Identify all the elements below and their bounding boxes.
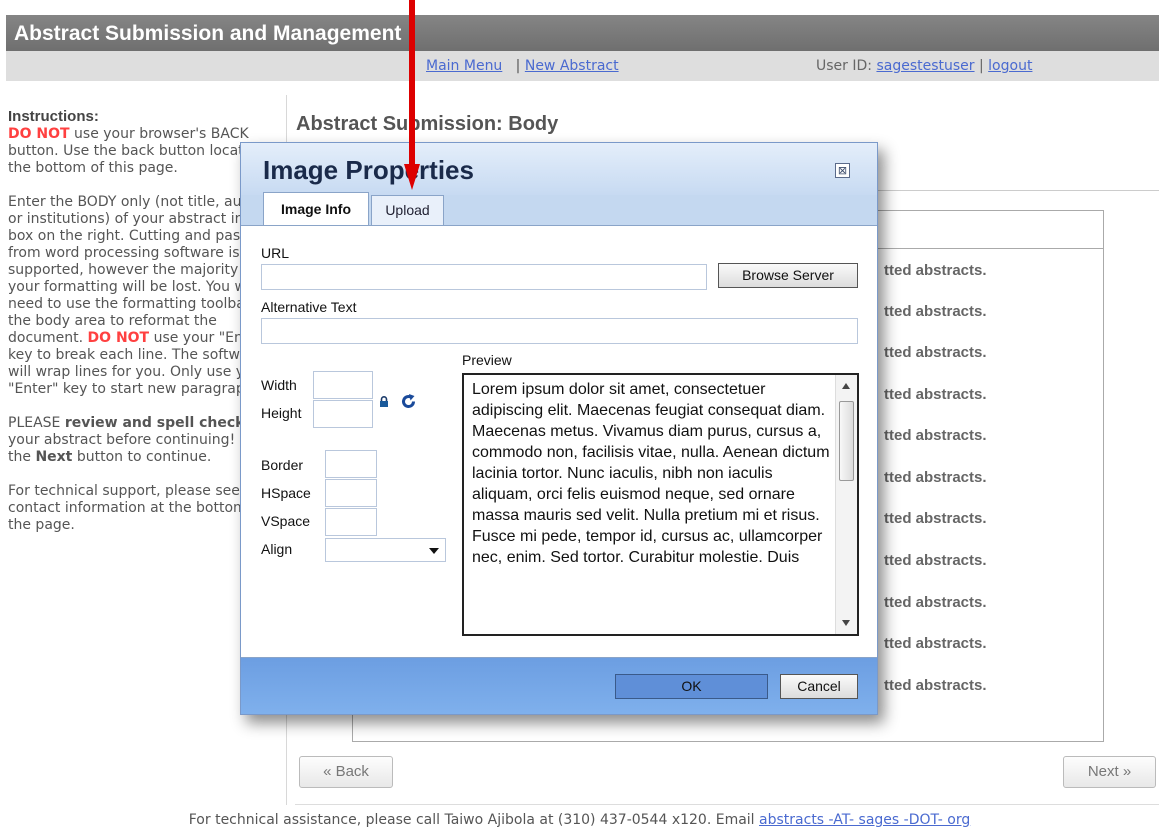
list-item: tted abstracts. bbox=[884, 510, 987, 527]
list-item: tted abstracts. bbox=[884, 677, 987, 694]
nav-links: Main Menu | New Abstract bbox=[426, 58, 619, 74]
instruction-text: Enter the BODY only (not title, authors … bbox=[8, 194, 278, 346]
instruction-bold: review and spell check bbox=[64, 415, 245, 431]
email-link[interactable]: abstracts -AT- sages -DOT- org bbox=[759, 812, 970, 828]
cancel-button[interactable]: Cancel bbox=[780, 674, 858, 699]
list-item: tted abstracts. bbox=[884, 469, 987, 486]
user-id-label: User ID: bbox=[816, 58, 872, 74]
hspace-label: HSpace bbox=[261, 485, 311, 501]
list-item: tted abstracts. bbox=[884, 594, 987, 611]
new-abstract-link[interactable]: New Abstract bbox=[525, 58, 619, 74]
list-item: tted abstracts. bbox=[884, 303, 987, 320]
border-input[interactable] bbox=[325, 450, 377, 478]
dialog-header[interactable]: Image Properties ⊠ bbox=[241, 143, 877, 195]
list-item: tted abstracts. bbox=[884, 386, 987, 403]
close-icon[interactable]: ⊠ bbox=[835, 163, 850, 178]
ok-button[interactable]: OK bbox=[615, 674, 768, 699]
instruction-text: button to continue. bbox=[72, 449, 212, 465]
preview-label: Preview bbox=[462, 352, 512, 368]
url-input[interactable] bbox=[261, 264, 707, 290]
tab-upload[interactable]: Upload bbox=[371, 195, 444, 225]
reset-size-icon[interactable] bbox=[400, 393, 417, 410]
dialog-title: Image Properties bbox=[263, 155, 474, 185]
annotation-arrow-icon bbox=[404, 0, 420, 190]
instruction-text: PLEASE bbox=[8, 415, 65, 431]
warning-text: DO NOT bbox=[87, 330, 150, 346]
page-header: Abstract Submission and Management bbox=[0, 0, 1159, 53]
back-button[interactable]: « Back bbox=[299, 756, 393, 788]
alt-text-input[interactable] bbox=[261, 318, 858, 344]
image-preview: Lorem ipsum dolor sit amet, consectetuer… bbox=[462, 373, 859, 636]
tab-image-info[interactable]: Image Info bbox=[263, 192, 369, 225]
height-input[interactable] bbox=[313, 400, 373, 428]
main-menu-link[interactable]: Main Menu bbox=[426, 58, 502, 74]
page-title: Abstract Submission: Body bbox=[296, 113, 559, 135]
list-item: tted abstracts. bbox=[884, 552, 987, 569]
width-label: Width bbox=[261, 377, 297, 393]
list-item: tted abstracts. bbox=[884, 344, 987, 361]
width-input[interactable] bbox=[313, 371, 373, 399]
vspace-input[interactable] bbox=[325, 508, 377, 536]
hspace-input[interactable] bbox=[325, 479, 377, 507]
logout-link[interactable]: logout bbox=[988, 58, 1032, 74]
nav-separator bbox=[507, 58, 516, 74]
footer: For technical assistance, please call Ta… bbox=[0, 812, 1159, 828]
vspace-label: VSpace bbox=[261, 513, 311, 529]
instructions-heading: Instructions: bbox=[8, 108, 99, 125]
scroll-down-icon[interactable] bbox=[842, 620, 850, 626]
scroll-up-icon[interactable] bbox=[842, 383, 850, 389]
preview-scrollbar[interactable] bbox=[835, 375, 857, 634]
divider bbox=[295, 804, 1159, 805]
footer-text: For technical assistance, please call Ta… bbox=[188, 812, 760, 828]
chevron-down-icon bbox=[429, 548, 439, 554]
alt-text-label: Alternative Text bbox=[261, 299, 357, 315]
nav-bar: Main Menu | New Abstract User ID: sagest… bbox=[6, 51, 1159, 81]
user-id-link[interactable]: sagestestuser bbox=[876, 58, 974, 74]
url-label: URL bbox=[261, 245, 290, 261]
border-label: Border bbox=[261, 457, 304, 473]
height-label: Height bbox=[261, 405, 302, 421]
list-item: tted abstracts. bbox=[884, 635, 987, 652]
user-info: User ID: sagestestuser | logout bbox=[816, 58, 1032, 74]
scroll-thumb[interactable] bbox=[839, 401, 854, 481]
dialog-footer: OK Cancel bbox=[241, 658, 877, 714]
list-item: tted abstracts. bbox=[884, 262, 987, 279]
nav-separator: | bbox=[979, 58, 984, 74]
list-item: tted abstracts. bbox=[884, 427, 987, 444]
image-properties-dialog: Image Properties ⊠ Image Info Upload URL… bbox=[240, 142, 878, 715]
lock-ratio-icon[interactable] bbox=[379, 396, 389, 407]
warning-text: DO NOT bbox=[8, 126, 70, 142]
instruction-bold: Next bbox=[35, 449, 73, 465]
align-select[interactable] bbox=[325, 538, 446, 562]
preview-text: Lorem ipsum dolor sit amet, consectetuer… bbox=[472, 381, 830, 566]
next-button[interactable]: Next » bbox=[1063, 756, 1156, 788]
nav-separator: | bbox=[515, 58, 521, 74]
app-title: Abstract Submission and Management bbox=[6, 15, 1159, 51]
align-label: Align bbox=[261, 541, 293, 557]
browse-server-button[interactable]: Browse Server bbox=[718, 263, 858, 288]
